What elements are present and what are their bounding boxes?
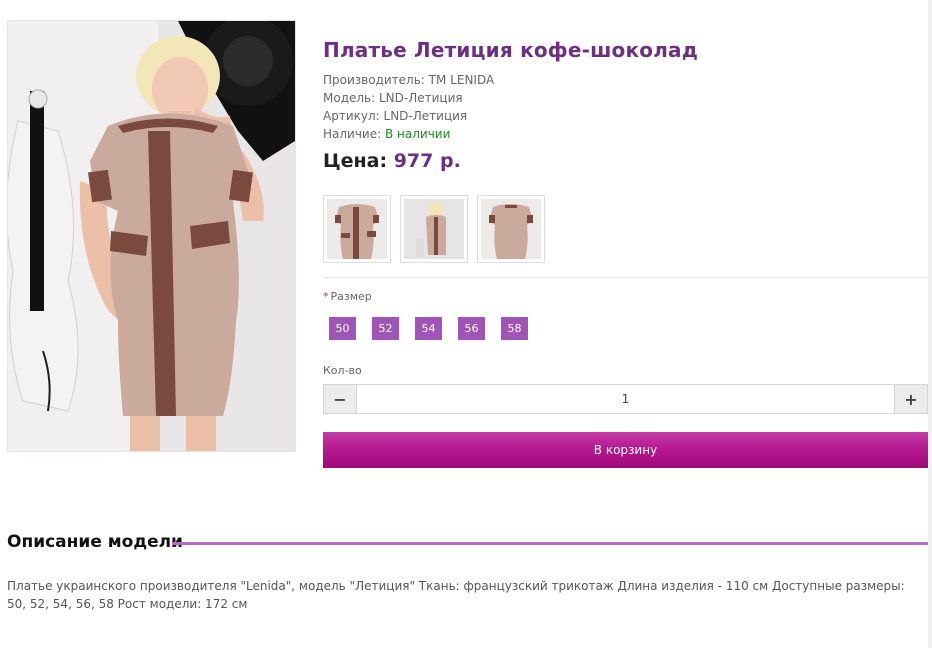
model-label: Модель: [323,91,376,105]
thumbnail-front[interactable] [323,195,391,263]
size-option-50[interactable]: 50 [329,317,356,340]
size-options: 50 52 54 56 58 [329,317,528,340]
quantity-increase-button[interactable]: + [895,385,927,413]
model-row: Модель: LND-Летиция [323,89,494,107]
minus-icon: − [333,389,347,409]
quantity-label: Кол-во [323,364,362,377]
product-meta: Производитель: ТМ LENIDA Модель: LND-Лет… [323,71,494,143]
main-product-image[interactable] [7,20,296,452]
sku-label: Артикул: [323,109,380,123]
sku-value: LND-Летиция [383,109,468,123]
size-option-52[interactable]: 52 [372,317,399,340]
description-text: Платье украинского производителя "Lenida… [7,579,905,611]
thumbnail-model-back[interactable] [400,195,468,263]
add-to-cart-button[interactable]: В корзину [323,432,928,468]
plus-icon: + [904,389,918,409]
quantity-decrease-button[interactable]: − [324,385,356,413]
section-divider [323,277,928,278]
size-option-54[interactable]: 54 [415,317,442,340]
manufacturer-row: Производитель: ТМ LENIDA [323,71,494,89]
size-label: * Размер [323,290,372,303]
size-option-58[interactable]: 58 [501,317,528,340]
page-edge [928,0,932,648]
size-option-56[interactable]: 56 [458,317,485,340]
thumbnail-gallery [323,195,545,263]
manufacturer-label: Производитель: [323,73,425,87]
price: Цена: 977 р. [323,150,461,172]
size-label-text: Размер [330,290,372,303]
thumbnail-back[interactable] [477,195,545,263]
model-value: LND-Летиция [379,91,463,105]
quantity-stepper: − + [323,384,928,414]
price-amount: 977 р. [393,150,461,172]
manufacturer-value: ТМ LENIDA [428,73,495,87]
description-heading: Описание модели [7,532,183,552]
quantity-input[interactable] [356,385,895,413]
description-heading-line [172,542,928,545]
required-mark: * [323,290,329,303]
product-title: Платье Летиция кофе-шоколад [323,38,699,62]
availability-row: Наличие: В наличии [323,125,494,143]
availability-value: В наличии [385,127,451,141]
availability-label: Наличие: [323,127,382,141]
sku-row: Артикул: LND-Летиция [323,107,494,125]
price-label: Цена: [323,150,388,172]
